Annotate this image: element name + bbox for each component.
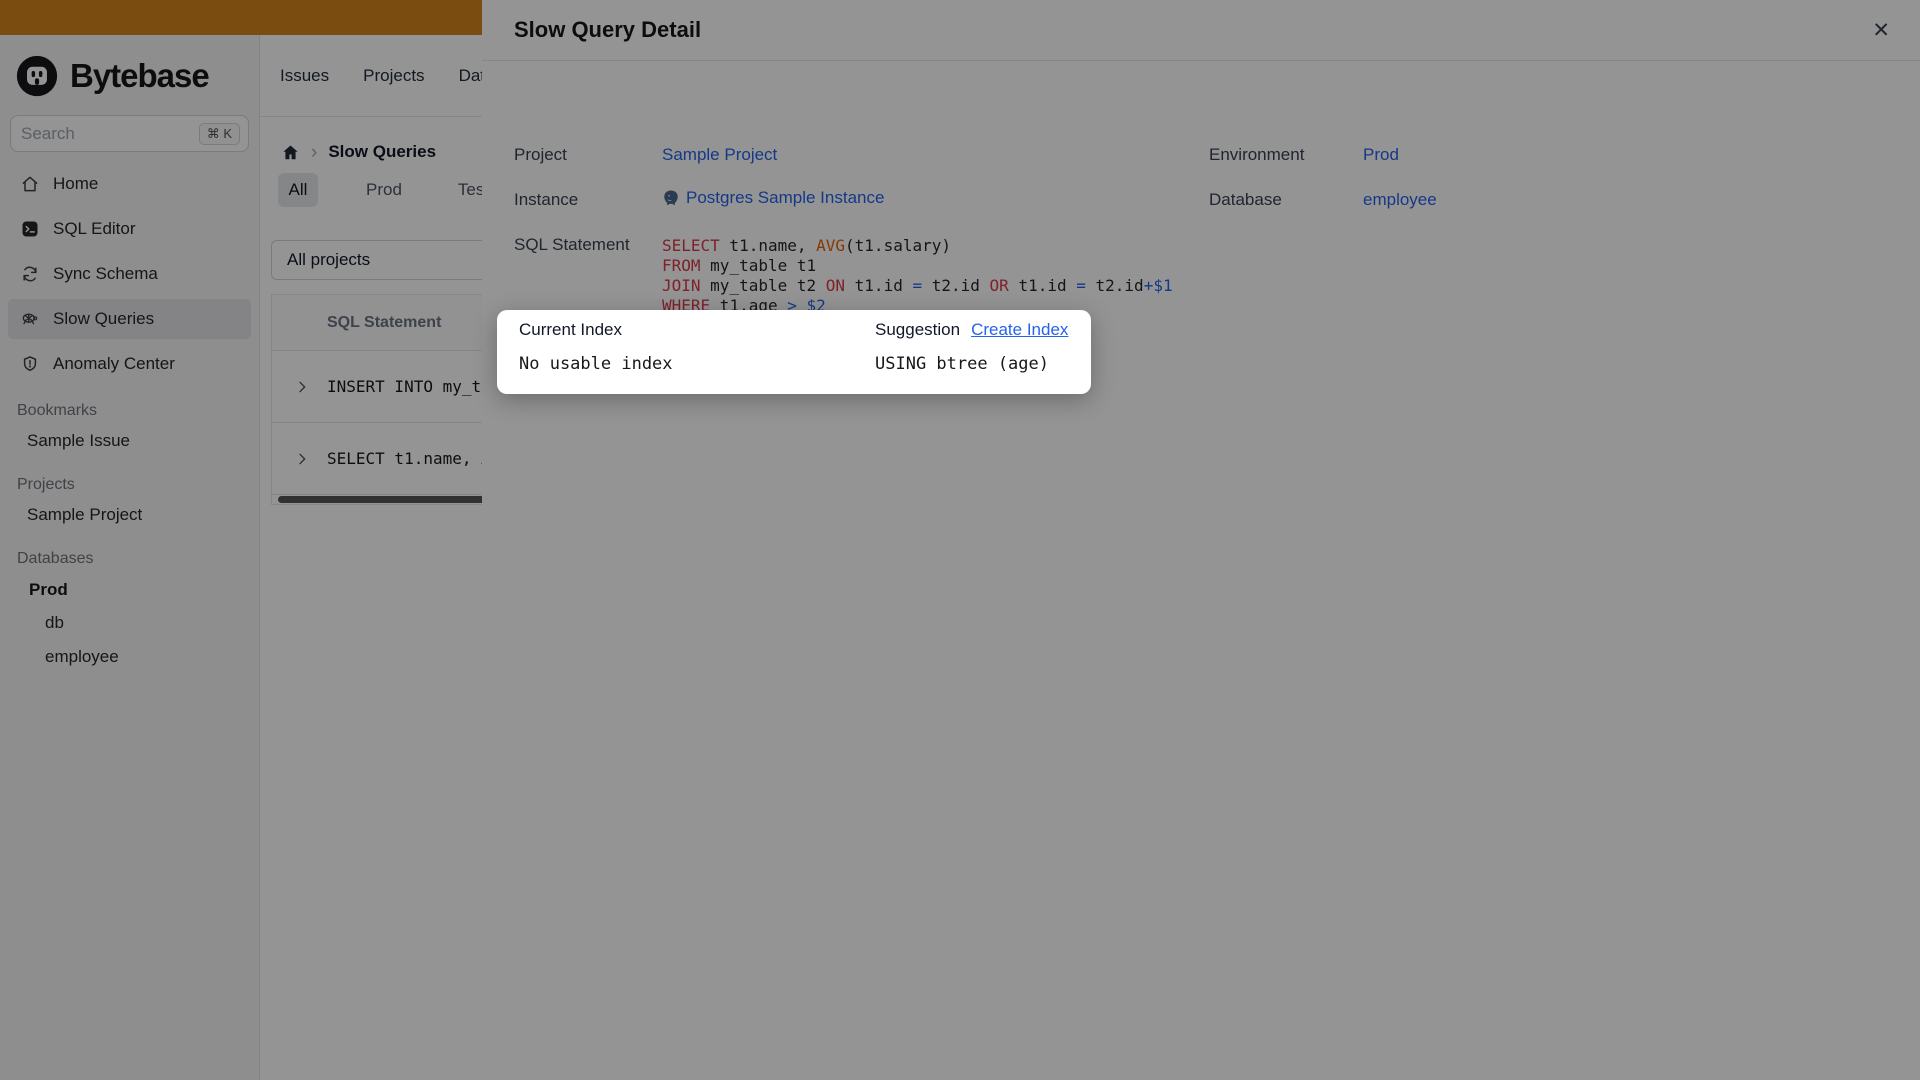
index-suggestion-popover: Current Index No usable index Suggestion… <box>497 310 1091 394</box>
suggestion-value: USING btree (age) <box>875 354 1049 374</box>
screen: Bytebase ⌘ K Home SQL Editor <box>0 0 1920 1080</box>
dim-overlay[interactable] <box>0 0 1920 1080</box>
current-index-value: No usable index <box>519 354 673 374</box>
create-index-link[interactable]: Create Index <box>971 320 1068 340</box>
current-index-label: Current Index <box>519 320 622 339</box>
suggestion-row: Suggestion Create Index <box>875 320 1068 340</box>
suggestion-label: Suggestion <box>875 320 961 339</box>
